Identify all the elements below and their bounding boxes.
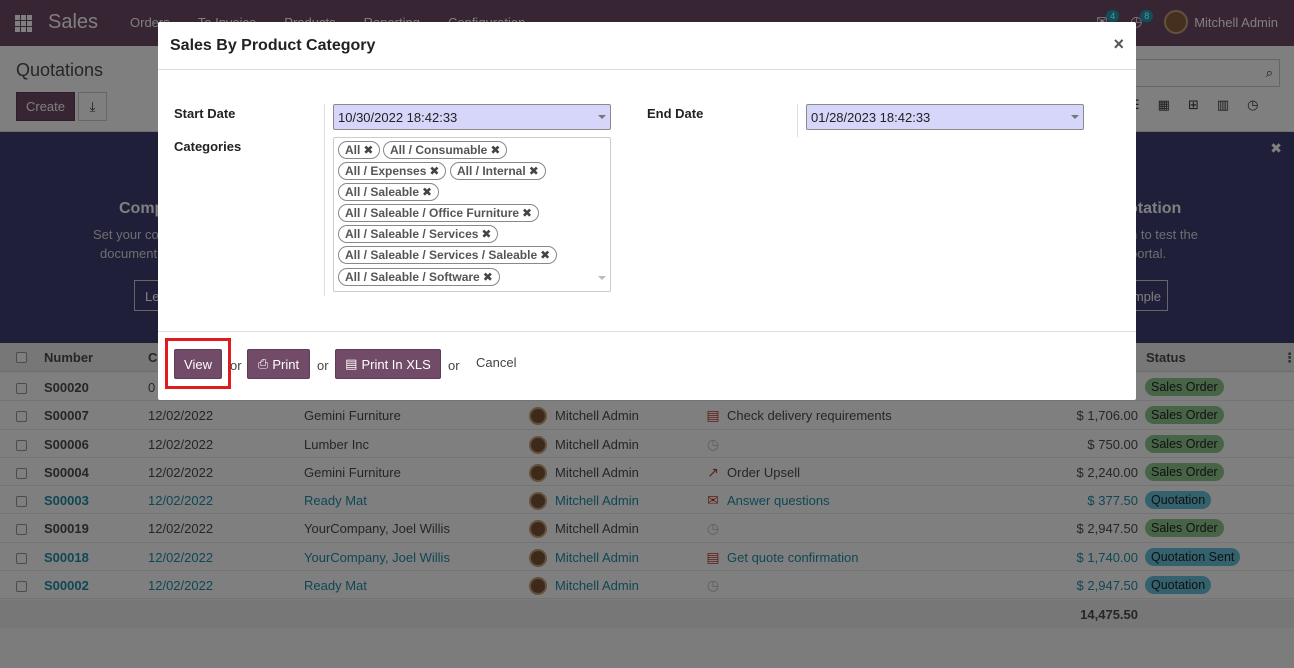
category-tag-label: All / Saleable xyxy=(345,185,420,199)
remove-tag-icon[interactable]: ✖ xyxy=(490,143,500,157)
category-tag-label: All xyxy=(345,143,361,157)
chevron-down-icon[interactable] xyxy=(598,276,606,280)
category-tag: All / Expenses ✖ xyxy=(338,162,447,180)
view-button-label: View xyxy=(184,356,212,372)
category-tag-label: All / Saleable / Software xyxy=(345,270,480,284)
end-date-label: End Date xyxy=(647,106,704,121)
end-date-field[interactable]: 01/28/2023 18:42:33 xyxy=(806,104,1084,130)
field-divider xyxy=(797,104,798,137)
category-tag-label: All / Saleable / Office Furniture xyxy=(345,206,520,220)
start-date-field[interactable]: 10/30/2022 18:42:33 xyxy=(333,104,611,130)
chevron-down-icon[interactable] xyxy=(1071,115,1079,119)
category-tag: All / Saleable / Office Furniture ✖ xyxy=(338,204,540,222)
end-date-value: 01/28/2023 18:42:33 xyxy=(811,110,931,125)
print-xls-button-label: Print In XLS xyxy=(361,356,431,372)
print-button[interactable]: ⎙ Print xyxy=(247,349,310,379)
remove-tag-icon[interactable]: ✖ xyxy=(481,227,491,241)
remove-tag-icon[interactable]: ✖ xyxy=(522,206,532,220)
print-button-label: Print xyxy=(272,356,300,372)
category-tag: All / Saleable ✖ xyxy=(338,183,440,201)
print-icon: ⎙ xyxy=(257,356,269,371)
category-tag: All ✖ xyxy=(338,141,381,159)
sales-by-category-dialog: Sales By Product Category × Start Date 1… xyxy=(158,22,1136,400)
file-excel-icon: ▤ xyxy=(345,356,358,371)
modal-title: Sales By Product Category xyxy=(170,37,376,54)
category-tag: All / Consumable ✖ xyxy=(383,141,508,159)
modal-footer: View or ⎙ Print or ▤ Print In XLS or Can… xyxy=(158,331,1136,400)
chevron-down-icon[interactable] xyxy=(598,115,606,119)
category-tag: All / Saleable / Services / Saleable ✖ xyxy=(338,246,558,264)
category-tag-label: All / Saleable / Services / Saleable xyxy=(345,248,538,262)
remove-tag-icon[interactable]: ✖ xyxy=(363,143,373,157)
remove-tag-icon[interactable]: ✖ xyxy=(429,164,439,178)
modal-header: Sales By Product Category × xyxy=(158,22,1136,70)
remove-tag-icon[interactable]: ✖ xyxy=(540,248,550,262)
remove-tag-icon[interactable]: ✖ xyxy=(483,270,493,284)
or-separator: or xyxy=(317,358,329,373)
start-date-value: 10/30/2022 18:42:33 xyxy=(338,110,458,125)
start-date-label: Start Date xyxy=(174,106,236,121)
close-icon[interactable]: × xyxy=(1113,34,1124,55)
category-tag-label: All / Internal xyxy=(457,164,526,178)
categories-label: Categories xyxy=(174,139,242,154)
category-tag-label: All / Saleable / Services xyxy=(345,227,479,241)
remove-tag-icon[interactable]: ✖ xyxy=(529,164,539,178)
field-divider xyxy=(324,104,325,296)
or-separator: or xyxy=(230,358,242,373)
category-tag: All / Internal ✖ xyxy=(450,162,546,180)
category-tag-label: All / Expenses xyxy=(345,164,427,178)
print-xls-button[interactable]: ▤ Print In XLS xyxy=(335,349,441,379)
categories-tags-field[interactable]: All ✖ All / Consumable ✖ All / Expenses ✖ All … xyxy=(333,137,611,292)
category-tag: All / Saleable / Services ✖ xyxy=(338,225,499,243)
category-tag: All / Saleable / Software ✖ xyxy=(338,268,500,286)
view-button[interactable]: View xyxy=(174,349,222,379)
category-tag-label: All / Consumable xyxy=(390,143,488,157)
or-separator: or xyxy=(448,358,460,373)
remove-tag-icon[interactable]: ✖ xyxy=(422,185,432,199)
cancel-button[interactable]: Cancel xyxy=(476,355,516,370)
